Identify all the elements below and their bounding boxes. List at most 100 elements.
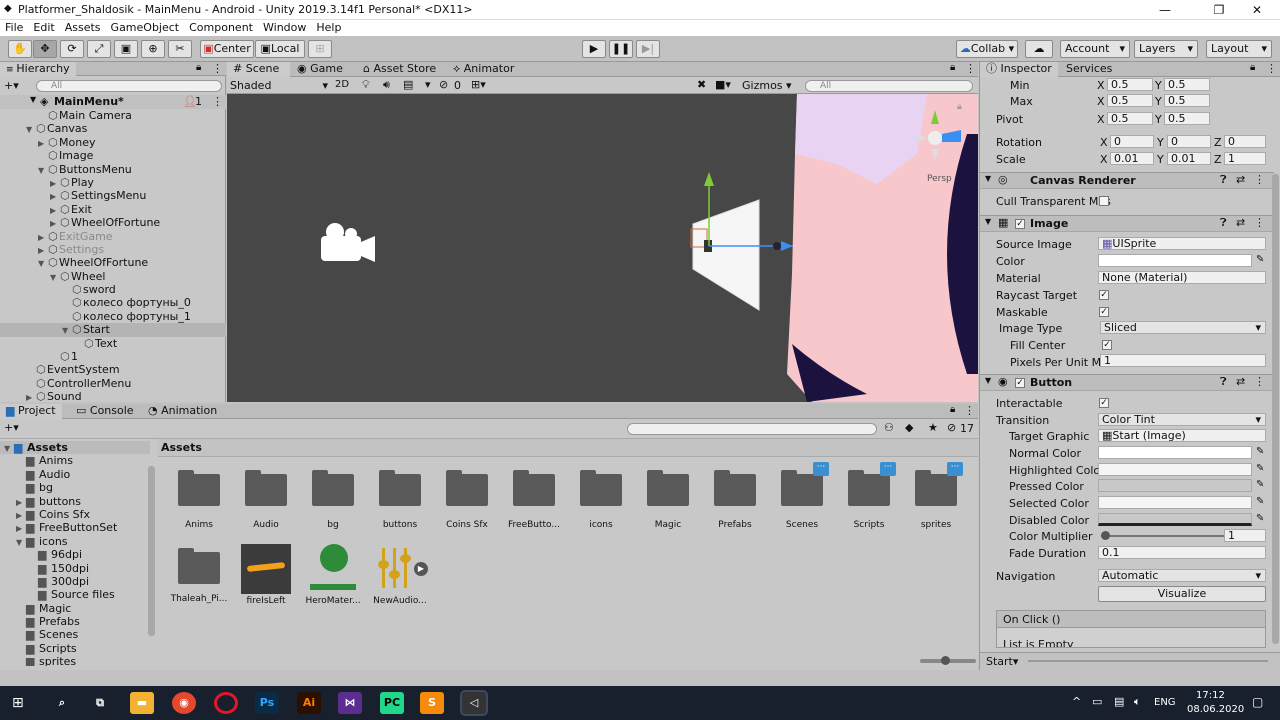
hierarchy-item[interactable]: ▶ ⬡Play (0, 176, 226, 189)
preview-drag-handle[interactable] (1028, 660, 1268, 662)
raycast-checkbox[interactable]: ✓ (1099, 290, 1109, 300)
project-create-button[interactable]: +▾ (4, 421, 19, 434)
hierarchy-item[interactable]: ⬡колесо фортуны_0 (0, 296, 226, 309)
selected-color-swatch[interactable] (1098, 496, 1252, 509)
menu-gameobject[interactable]: GameObject (106, 20, 185, 36)
menu-icon[interactable]: ⋮ (212, 62, 223, 75)
rotation-x[interactable]: 0 (1110, 135, 1154, 148)
anchor-max-x[interactable]: 0.5 (1107, 94, 1153, 107)
search-icon[interactable]: ⌕ (50, 692, 74, 714)
color-multiplier-field[interactable]: 1 (1224, 529, 1266, 542)
camera-icon[interactable]: ■▾ (715, 78, 731, 91)
scale-tool-icon[interactable]: ⤢ (87, 40, 111, 58)
scene-menu-icon[interactable]: ⋮ (212, 95, 223, 108)
tools-icon[interactable]: ✖ (697, 78, 706, 91)
target-graphic-field[interactable]: ▦Start (Image) (1098, 429, 1266, 442)
color-swatch[interactable] (1098, 254, 1252, 267)
asset-folder[interactable]: ··· Scripts (836, 462, 902, 530)
eyedropper-icon[interactable]: ✎ (1256, 254, 1264, 265)
folder-tree-item[interactable]: ▆ Anims (0, 454, 150, 467)
sublime-icon[interactable]: S (420, 692, 444, 714)
eyedropper-icon[interactable]: ✎ (1256, 479, 1264, 490)
cull-checkbox[interactable] (1099, 196, 1109, 206)
folder-tree-item[interactable]: ▆ Prefabs (0, 615, 150, 628)
source-image-field[interactable]: ▦UISprite (1098, 237, 1266, 250)
gizmos-dropdown[interactable]: Gizmos ▾ (742, 79, 792, 92)
eyedropper-icon[interactable]: ✎ (1256, 513, 1264, 524)
cloud-icon[interactable]: ☁ (1025, 40, 1053, 58)
folder-tree-item[interactable]: ▆ sprites (0, 655, 150, 666)
folder-tree-item[interactable]: ▆ Magic (0, 602, 150, 615)
asset-folder[interactable]: FreeButto... (501, 470, 567, 530)
2d-toggle[interactable]: 2D (335, 79, 349, 90)
hierarchy-item[interactable]: ▶ ⬡Sound (0, 390, 226, 403)
expand-arrow-icon[interactable]: ▼ (38, 164, 48, 177)
menu-component[interactable]: Component (184, 20, 258, 36)
hand-tool-icon[interactable]: ✋ (8, 40, 32, 58)
hierarchy-item[interactable]: ▼ ⬡Canvas (0, 122, 226, 135)
hierarchy-item[interactable]: ⬡sword (0, 283, 226, 296)
menu-edit[interactable]: Edit (28, 20, 59, 36)
folder-tree-item[interactable]: ▶ ▆ FreeButtonSet (0, 521, 150, 534)
folder-tree-item[interactable]: ▶ ▆ buttons (0, 495, 150, 508)
illustrator-icon[interactable]: Ai (297, 692, 321, 714)
ui-object-gizmo[interactable] (690, 172, 793, 311)
hidden-packages-icon[interactable]: ⊘ (947, 421, 956, 434)
pivot-center-button[interactable]: ▣Center (200, 40, 254, 58)
folder-tree-item[interactable]: ▆ Scenes (0, 628, 150, 641)
minimize-icon[interactable]: — (1142, 0, 1188, 20)
custom-tool-icon[interactable]: ✂ (168, 40, 192, 58)
hierarchy-item[interactable]: ▼ ⬡Wheel (0, 270, 226, 283)
more-badge-icon[interactable]: ··· (813, 462, 829, 476)
project-menu-icon[interactable]: ⋮ (964, 404, 975, 417)
scene-search[interactable]: All (805, 80, 973, 92)
tab-animator[interactable]: ⟡ Animator (447, 62, 520, 77)
thumbnail-size-slider[interactable] (920, 656, 976, 665)
volume-icon[interactable]: 🔈︎ (1134, 695, 1141, 709)
scene-menu-icon[interactable]: ⋮ (965, 62, 976, 75)
asset-folder[interactable]: Audio (233, 470, 299, 530)
play-button[interactable]: ▶ (582, 40, 606, 58)
expand-arrow-icon[interactable]: ▶ (16, 522, 26, 535)
rotation-y[interactable]: 0 (1167, 135, 1211, 148)
asset-folder[interactable]: ··· Scenes (769, 462, 835, 530)
expand-arrow-icon[interactable]: ▶ (38, 244, 48, 257)
expand-arrow-icon[interactable]: ▶ (50, 217, 60, 230)
account-dropdown[interactable]: Account ▾ (1060, 40, 1130, 58)
folder-tree-item[interactable]: ▆ Audio (0, 468, 150, 481)
anchor-min-y[interactable]: 0.5 (1164, 78, 1210, 91)
hierarchy-item[interactable]: ▶ ⬡Money (0, 136, 226, 149)
menu-window[interactable]: Window (258, 20, 311, 36)
expand-arrow-icon[interactable]: ▶ (50, 204, 60, 217)
hierarchy-item[interactable]: ⬡1 (0, 350, 226, 363)
network-icon[interactable]: ▤ (1114, 695, 1124, 708)
folder-tree-item[interactable]: ▆ 150dpi (0, 562, 150, 575)
image-component-header[interactable]: ▼ ▦ ✓ Image ❓︎ ⇄ ⋮ (980, 215, 1274, 232)
asset-folder[interactable]: ··· sprites (903, 462, 969, 530)
material-field[interactable]: None (Material) (1098, 271, 1266, 284)
inspector-menu-icon[interactable]: ⋮ (1266, 62, 1277, 75)
light-icon[interactable]: 💡︎ (362, 78, 370, 92)
help-icon[interactable]: ❓︎ (1220, 173, 1227, 187)
viewport-lock-icon[interactable]: 🔒︎ (957, 102, 962, 112)
create-button[interactable]: +▾ (4, 79, 19, 92)
pivot-local-button[interactable]: ▣Local (255, 40, 305, 58)
expand-arrow-icon[interactable]: ▼ (26, 123, 36, 136)
expand-arrow-icon[interactable]: ▶ (16, 509, 26, 522)
pressed-color-swatch[interactable] (1098, 479, 1252, 492)
close-icon[interactable]: ✕ (1234, 0, 1280, 20)
chrome-icon[interactable]: ◉ (172, 692, 196, 714)
menu-file[interactable]: File (0, 20, 28, 36)
component-menu-icon[interactable]: ⋮ (1254, 173, 1265, 186)
tab-hierarchy[interactable]: ≡ Hierarchy (0, 62, 76, 77)
help-icon[interactable]: ❓︎ (1220, 216, 1227, 230)
pivot-x[interactable]: 0.5 (1107, 112, 1153, 125)
expand-arrow-icon[interactable]: ▼ (16, 536, 26, 549)
preset-icon[interactable]: ⇄ (1236, 173, 1245, 186)
expand-arrow-icon[interactable]: ▶ (16, 496, 26, 509)
menu-help[interactable]: Help (311, 20, 346, 36)
notifications-icon[interactable]: ▢ (1252, 695, 1263, 709)
project-search[interactable] (627, 423, 877, 435)
pycharm-icon[interactable]: PC (380, 692, 404, 714)
hierarchy-item[interactable]: ▶ ⬡SettingsMenu (0, 189, 226, 202)
